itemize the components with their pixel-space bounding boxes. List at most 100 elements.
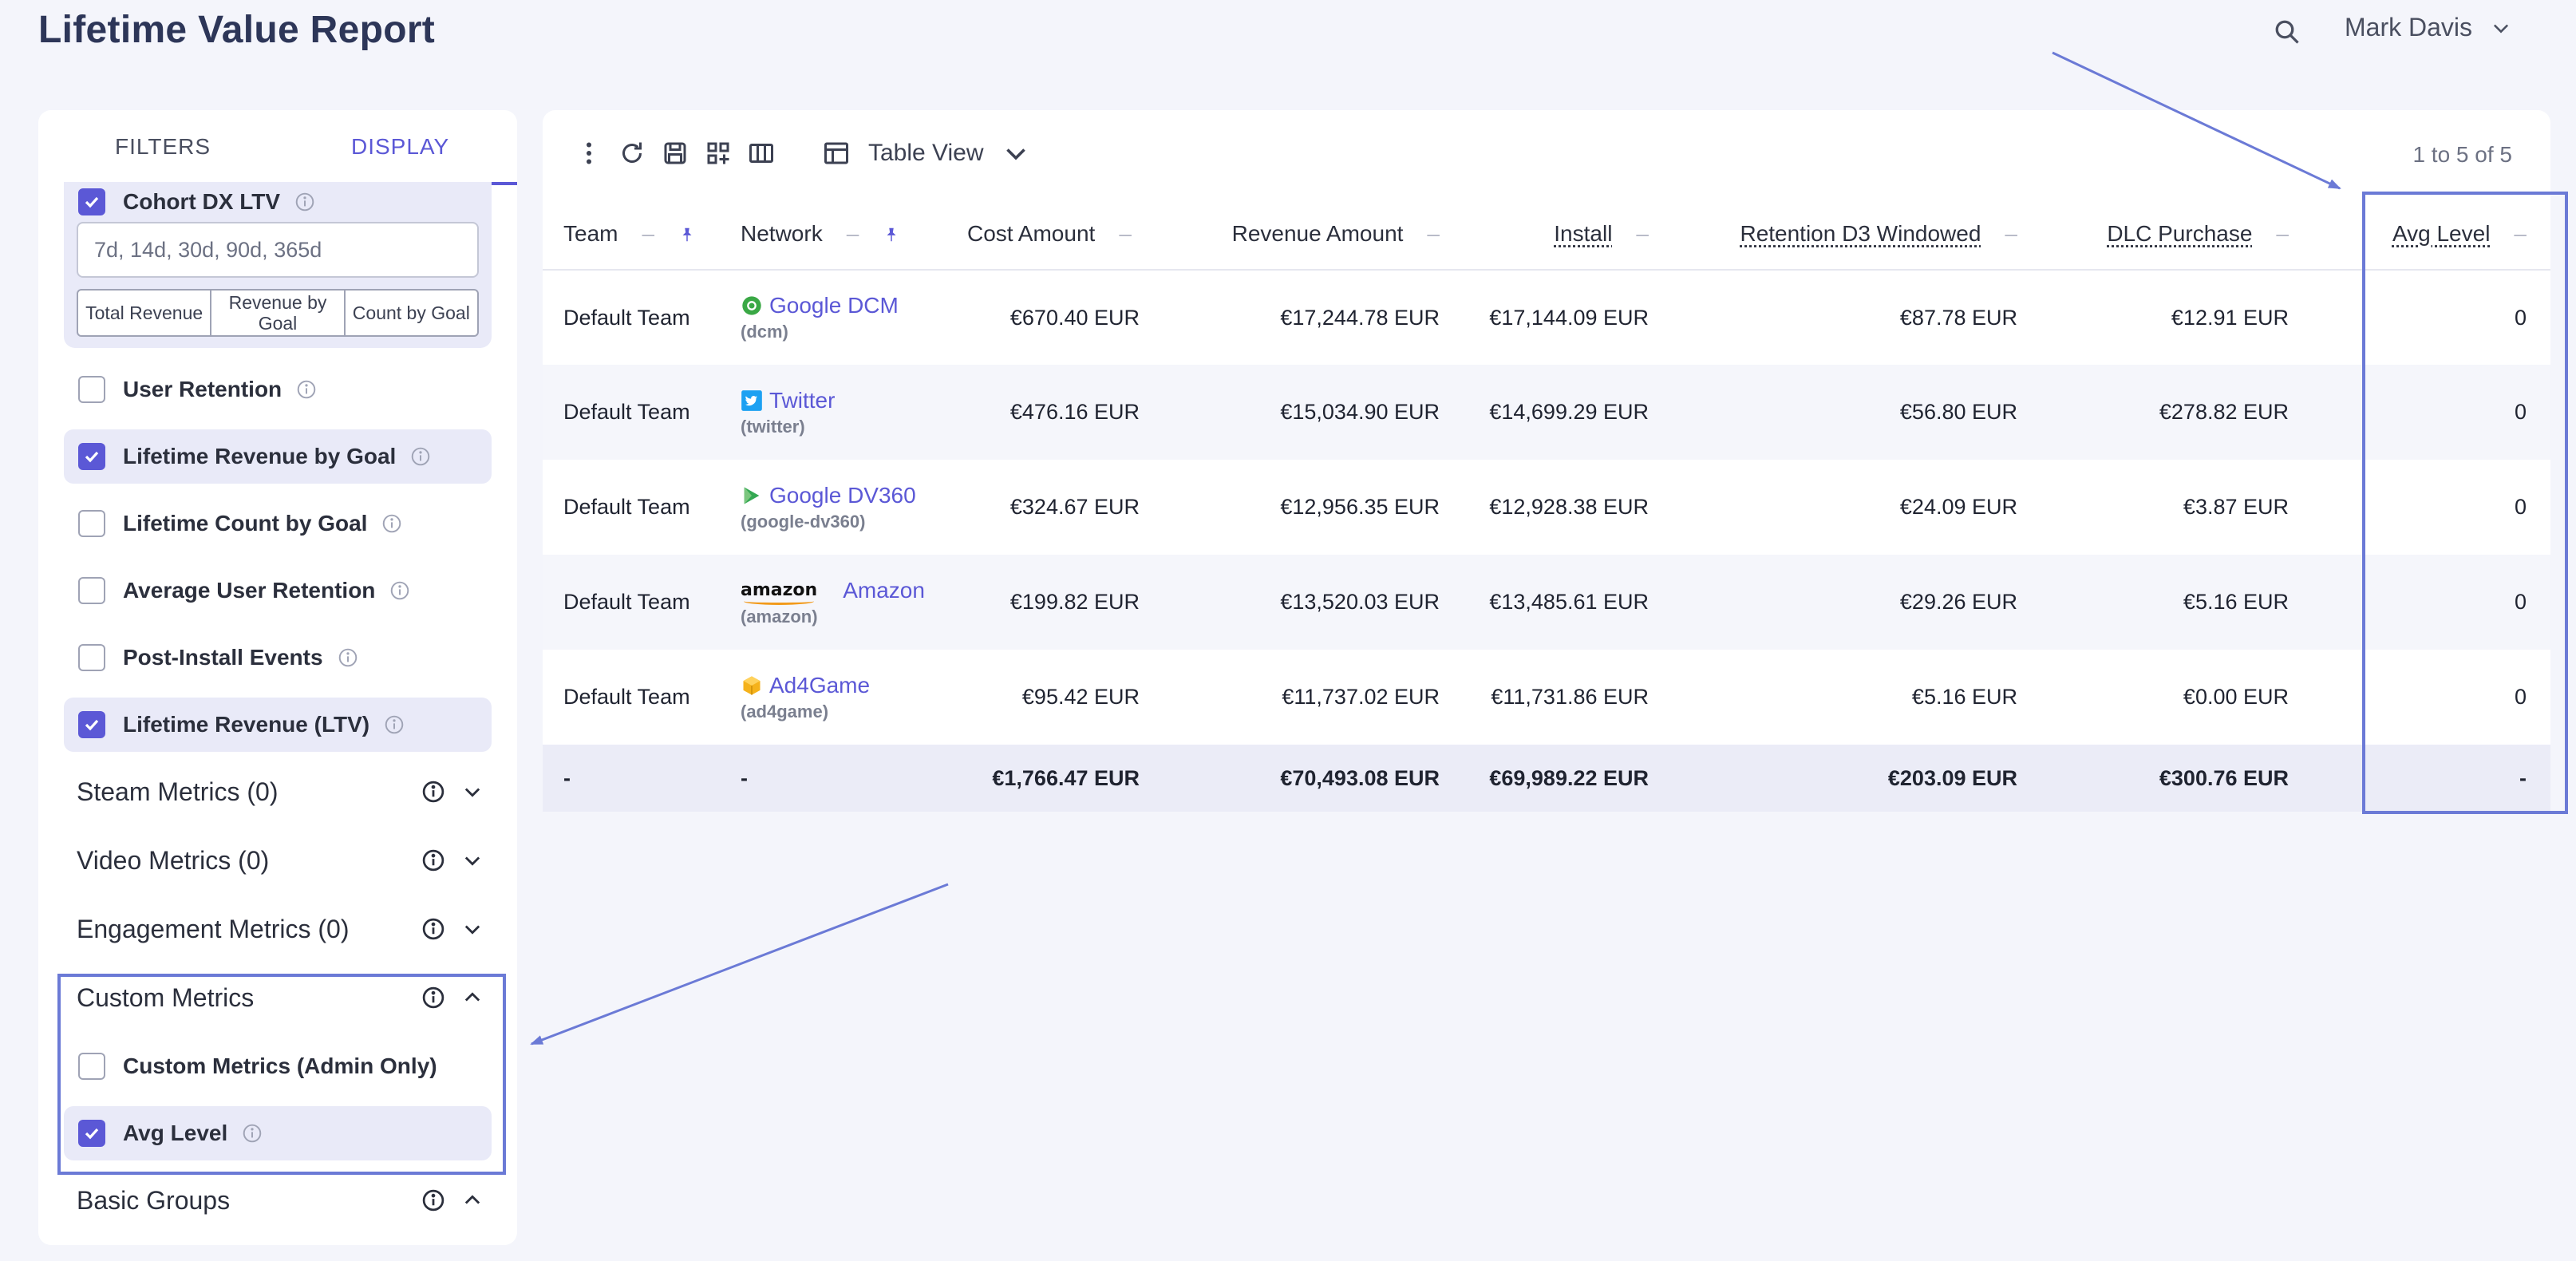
page-title: Lifetime Value Report (38, 9, 436, 51)
cell-avg-level: 0 (2298, 555, 2550, 650)
cell-team: Default Team (563, 305, 690, 330)
sort-indicator[interactable]: – (642, 221, 654, 246)
cell-install: €17,144.09 EUR (1489, 305, 1649, 330)
column-header-install[interactable]: Install – (1449, 198, 1658, 271)
metric-item-custom-metrics-admin[interactable]: Custom Metrics (Admin Only) (64, 1039, 492, 1093)
sort-indicator[interactable]: – (847, 221, 859, 246)
total-revenue-button[interactable]: Total Revenue (78, 291, 212, 335)
info-icon[interactable] (421, 986, 445, 1010)
column-header-cost-amount[interactable]: Cost Amount – (958, 198, 1149, 271)
network-id: (dcm) (741, 322, 788, 342)
section-basic-groups[interactable]: Basic Groups (77, 1176, 484, 1224)
lifetime-revenue-by-goal-checkbox[interactable] (78, 443, 105, 470)
info-icon[interactable] (421, 1188, 445, 1212)
info-icon[interactable] (384, 714, 405, 735)
total-dlc: €300.76 EUR (2027, 745, 2298, 812)
info-icon[interactable] (294, 192, 315, 212)
post-install-events-checkbox[interactable] (78, 644, 105, 671)
total-retention: €203.09 EUR (1658, 745, 2027, 812)
metric-item-avg-level[interactable]: Avg Level (64, 1106, 492, 1160)
info-icon[interactable] (389, 580, 410, 601)
section-steam-metrics[interactable]: Steam Metrics (0) (77, 768, 484, 816)
info-icon[interactable] (410, 446, 431, 467)
cohort-days-input[interactable]: 7d, 14d, 30d, 90d, 365d (77, 222, 479, 278)
chevron-up-icon[interactable] (461, 1189, 484, 1212)
table-view-select[interactable]: Table View (822, 139, 1030, 168)
sort-indicator[interactable]: – (1427, 221, 1440, 246)
column-header-team[interactable]: Team – (543, 198, 731, 271)
grid-add-icon[interactable] (704, 139, 733, 168)
column-header-dlc-purchase[interactable]: DLC Purchase – (2027, 198, 2298, 271)
cell-install: €12,928.38 EUR (1489, 495, 1649, 519)
sort-indicator[interactable]: – (1119, 221, 1132, 246)
pin-icon[interactable] (883, 226, 900, 243)
cell-cost: €324.67 EUR (1009, 495, 1140, 519)
cohort-ltv-checkbox[interactable] (78, 188, 105, 215)
average-user-retention-checkbox[interactable] (78, 577, 105, 604)
metric-item-lifetime-revenue-by-goal[interactable]: Lifetime Revenue by Goal (64, 429, 492, 484)
network-link[interactable]: Google DCM (769, 293, 899, 318)
section-title: Basic Groups (77, 1185, 231, 1215)
cell-cost: €670.40 EUR (1009, 305, 1140, 330)
chevron-up-icon[interactable] (461, 986, 484, 1009)
network-link[interactable]: Google DV360 (769, 483, 916, 508)
info-icon[interactable] (381, 513, 402, 534)
sort-indicator[interactable]: – (2005, 221, 2017, 246)
count-by-goal-button[interactable]: Count by Goal (346, 291, 477, 335)
goal-button-group: Total Revenue Revenue by Goal Count by G… (77, 289, 479, 337)
user-menu[interactable]: Mark Davis (2345, 13, 2512, 42)
sort-indicator[interactable]: – (2276, 221, 2289, 246)
metric-item-average-user-retention[interactable]: Average User Retention (64, 563, 492, 618)
info-icon[interactable] (296, 379, 317, 400)
column-label: Cost Amount (967, 220, 1096, 246)
search-icon[interactable] (2273, 18, 2301, 46)
column-header-retention-d3[interactable]: Retention D3 Windowed – (1658, 198, 2027, 271)
total-team: - (543, 745, 731, 812)
pin-icon[interactable] (678, 226, 696, 243)
network-link[interactable]: Twitter (769, 388, 835, 413)
column-label: Team (563, 220, 618, 246)
custom-metrics-admin-checkbox[interactable] (78, 1053, 105, 1080)
user-retention-checkbox[interactable] (78, 376, 105, 403)
metric-item-lifetime-count-by-goal[interactable]: Lifetime Count by Goal (64, 496, 492, 551)
sort-indicator[interactable]: – (1636, 221, 1649, 246)
column-label: Install (1554, 220, 1613, 246)
total-cost: €1,766.47 EUR (958, 745, 1149, 812)
chevron-down-icon[interactable] (461, 849, 484, 872)
section-title: Custom Metrics (77, 982, 255, 1012)
section-custom-metrics[interactable]: Custom Metrics (77, 974, 484, 1022)
refresh-icon[interactable] (618, 139, 646, 168)
info-icon[interactable] (421, 917, 445, 941)
tab-display[interactable]: DISPLAY (351, 134, 449, 160)
chevron-down-icon[interactable] (461, 918, 484, 940)
info-icon[interactable] (338, 647, 358, 668)
column-header-revenue-amount[interactable]: Revenue Amount – (1149, 198, 1449, 271)
metric-label: Post-Install Events (123, 645, 323, 670)
chevron-down-icon (1006, 148, 1025, 160)
column-label: Network (741, 220, 823, 246)
column-header-avg-level[interactable]: Avg Level – (2298, 198, 2550, 271)
column-header-network[interactable]: Network – (731, 198, 958, 271)
metric-item-lifetime-revenue-ltv[interactable]: Lifetime Revenue (LTV) (64, 698, 492, 752)
lifetime-revenue-ltv-checkbox[interactable] (78, 711, 105, 738)
tab-filters[interactable]: FILTERS (115, 134, 211, 160)
section-video-metrics[interactable]: Video Metrics (0) (77, 836, 484, 884)
info-icon[interactable] (242, 1123, 263, 1144)
columns-icon[interactable] (747, 139, 776, 168)
network-link[interactable]: Amazon (843, 578, 925, 603)
sort-indicator[interactable]: – (2514, 221, 2527, 246)
info-icon[interactable] (421, 780, 445, 804)
info-icon[interactable] (421, 848, 445, 872)
network-link[interactable]: Ad4Game (769, 673, 870, 698)
save-icon[interactable] (661, 139, 689, 168)
metric-item-post-install-events[interactable]: Post-Install Events (64, 630, 492, 685)
lifetime-count-by-goal-checkbox[interactable] (78, 510, 105, 537)
avg-level-checkbox[interactable] (78, 1120, 105, 1147)
more-vertical-icon[interactable] (575, 139, 603, 168)
chevron-down-icon[interactable] (461, 781, 484, 803)
report-table-panel: Table View 1 to 5 of 5 Team – Network – Co… (543, 110, 2550, 812)
metric-item-user-retention[interactable]: User Retention (64, 362, 492, 417)
table-icon (824, 142, 848, 164)
revenue-by-goal-button[interactable]: Revenue by Goal (211, 291, 346, 335)
section-engagement-metrics[interactable]: Engagement Metrics (0) (77, 905, 484, 953)
